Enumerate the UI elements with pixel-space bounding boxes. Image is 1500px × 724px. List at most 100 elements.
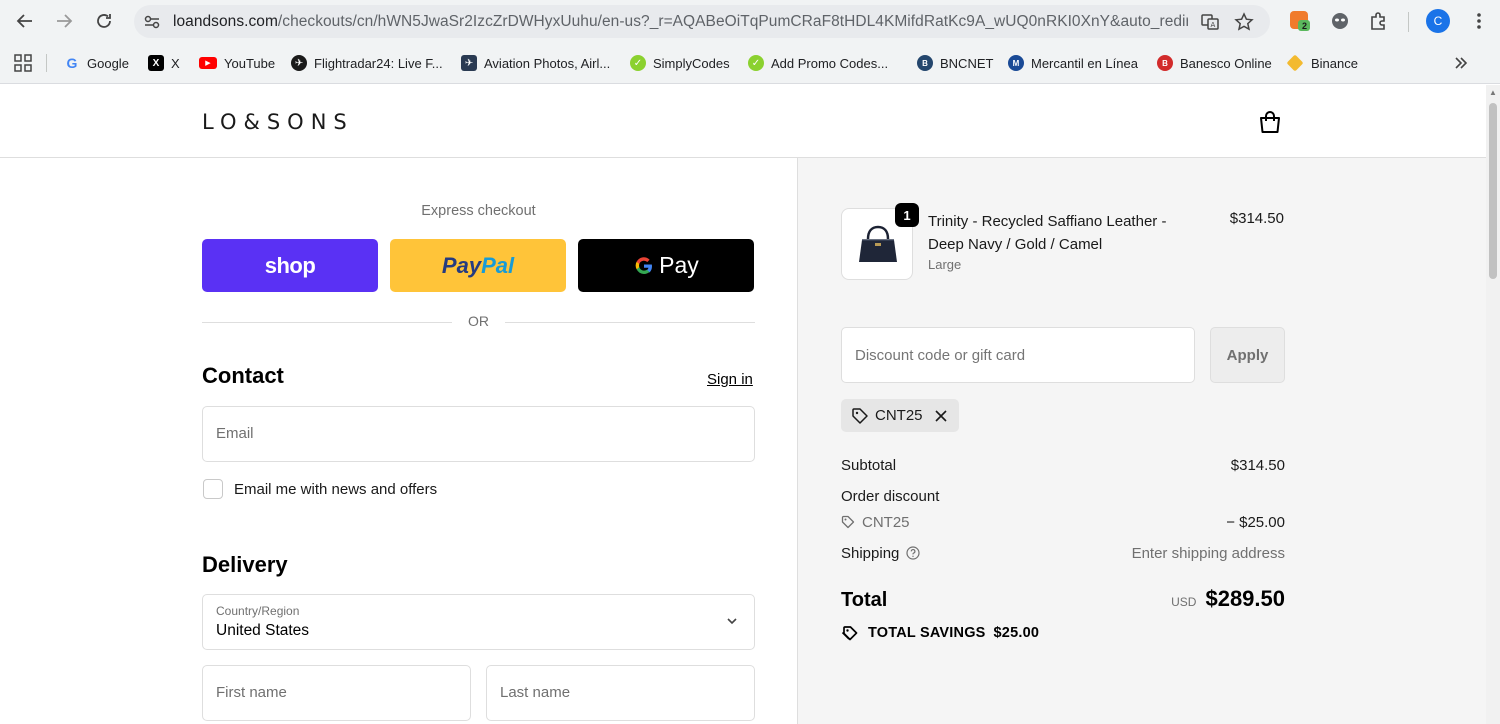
google-icon: G	[66, 55, 78, 71]
apply-discount-button[interactable]: Apply	[1210, 327, 1285, 383]
total-row: Total USD $289.50	[841, 586, 1285, 616]
site-info-icon[interactable]	[142, 12, 162, 32]
browser-toolbar: loandsons.com/checkouts/cn/hWN5JwaSr2Izc…	[0, 0, 1500, 42]
bookmark-x[interactable]: XX	[148, 53, 180, 73]
bookmark-label: Aviation Photos, Airl...	[484, 55, 611, 71]
order-discount-row: Order discount	[841, 488, 1285, 508]
remove-discount-close-icon[interactable]	[934, 409, 948, 423]
bookmark-google[interactable]: G Google	[64, 53, 129, 73]
bookmark-bncnet[interactable]: B BNCNET	[917, 53, 993, 73]
discount-value: − $25.00	[1226, 514, 1285, 531]
menu-kebab-icon[interactable]	[1468, 10, 1490, 32]
google-pay-button[interactable]: Pay	[578, 239, 754, 292]
total-value: $289.50	[1205, 586, 1285, 611]
order-summary-column: 1 Trinity - Recycled Saffiano Leather - …	[797, 158, 1486, 724]
total-label: Total	[841, 589, 888, 611]
extension-badge: 2	[1302, 21, 1308, 31]
tag-icon	[852, 407, 868, 424]
subtotal-value: $314.50	[1230, 457, 1285, 474]
bookmark-mercantil[interactable]: M Mercantil en Línea	[1008, 53, 1138, 73]
quantity-badge: 1	[895, 203, 919, 227]
last-name-field[interactable]: Last name	[486, 665, 755, 721]
bookmark-simplycodes[interactable]: ✓ SimplyCodes	[630, 53, 730, 73]
forward-icon[interactable]	[52, 9, 76, 33]
toolbar-divider	[1408, 12, 1409, 32]
bookmark-youtube[interactable]: ▶ YouTube	[199, 53, 275, 73]
tag-icon	[841, 515, 855, 529]
apps-grid-icon[interactable]	[14, 53, 32, 73]
news-offers-label: Email me with news and offers	[234, 480, 438, 498]
subtotal-label: Subtotal	[841, 457, 897, 474]
url-text[interactable]: loandsons.com/checkouts/cn/hWN5JwaSr2Izc…	[173, 13, 1188, 31]
applied-code-label: CNT25	[875, 407, 923, 424]
bookmark-label: BNCNET	[940, 55, 994, 71]
bookmark-aviation-photos[interactable]: ✈ Aviation Photos, Airl...	[461, 53, 610, 73]
subtotal-row: Subtotal $314.50	[841, 457, 1285, 477]
brand-logo[interactable]: LO&SONS	[202, 110, 354, 134]
shipping-value: Enter shipping address	[1131, 545, 1285, 562]
extensions-puzzle-icon[interactable]	[1368, 10, 1390, 32]
google-pay-label: Pay	[659, 252, 699, 278]
discount-code-field[interactable]	[841, 327, 1195, 383]
back-icon[interactable]	[13, 9, 37, 33]
news-offers-option[interactable]: Email me with news and offers	[203, 479, 437, 499]
currency-label: USD	[1171, 595, 1197, 609]
savings-tag-icon	[841, 626, 858, 641]
bookmark-add-promo-codes[interactable]: ✓ Add Promo Codes...	[748, 53, 888, 73]
reload-icon[interactable]	[92, 9, 116, 33]
help-circle-icon[interactable]	[906, 546, 920, 560]
news-offers-checkbox[interactable]	[203, 479, 223, 499]
profile-avatar[interactable]: C	[1426, 9, 1450, 33]
address-bar[interactable]: loandsons.com/checkouts/cn/hWN5JwaSr2Izc…	[134, 5, 1270, 38]
bookmark-label: SimplyCodes	[653, 55, 730, 71]
paypal-label-part1: Pay	[441, 252, 482, 278]
shop-pay-button[interactable]: shop	[202, 239, 378, 292]
extension-coupon-icon[interactable]: 2	[1289, 10, 1311, 32]
extension-mask-icon[interactable]	[1329, 10, 1351, 32]
x-icon: X	[148, 55, 164, 71]
sign-in-link[interactable]: Sign in	[707, 371, 753, 388]
bookmark-label: X	[171, 55, 180, 71]
discount-code-label: CNT25	[862, 514, 910, 531]
bookmark-banesco[interactable]: B Banesco Online	[1157, 53, 1272, 73]
profile-initial: C	[1433, 14, 1443, 28]
delivery-heading: Delivery	[202, 552, 288, 577]
discount-code-input[interactable]	[842, 328, 1194, 382]
mercantil-icon: M	[1008, 55, 1024, 71]
google-g-icon	[635, 256, 653, 274]
checkout-form-column: Express checkout shop Pay Pal Pay OR Cont…	[0, 158, 797, 724]
bookmark-star-icon[interactable]	[1234, 12, 1254, 32]
checkout-page: LO&SONS Express checkout shop Pay Pal Pay…	[0, 85, 1486, 724]
discount-code-line: CNT25	[841, 514, 910, 531]
translate-icon[interactable]: A	[1200, 12, 1220, 32]
scroll-up-icon[interactable]: ▲	[1489, 89, 1497, 97]
first-name-placeholder: First name	[216, 684, 287, 701]
simplycodes-icon: ✓	[630, 55, 646, 71]
bookmarks-overflow-icon[interactable]	[1453, 53, 1469, 73]
bookmarks-bar: G Google XX ▶ YouTube ✈ Flightradar24: Live…	[0, 42, 1500, 84]
aviation-photos-icon: ✈	[461, 55, 477, 71]
bookmark-binance[interactable]: Binance	[1286, 53, 1358, 73]
email-placeholder: Email	[216, 425, 254, 442]
country-select[interactable]: Country/Region United States	[202, 594, 755, 650]
svg-text:A: A	[1211, 21, 1216, 29]
paypal-button[interactable]: Pay Pal	[390, 239, 566, 292]
bookmark-label: Add Promo Codes...	[771, 55, 889, 71]
bookmark-flightradar[interactable]: ✈ Flightradar24: Live F...	[291, 53, 443, 73]
first-name-field[interactable]: First name	[202, 665, 471, 721]
bookmark-label: YouTube	[224, 55, 276, 71]
savings-value: $25.00	[993, 625, 1040, 641]
page-scrollbar[interactable]: ▲	[1486, 85, 1500, 724]
bookmark-label: Google	[87, 55, 129, 71]
shop-pay-label: shop	[264, 252, 316, 278]
shopping-bag-icon[interactable]	[1257, 109, 1283, 135]
scrollbar-thumb[interactable]	[1489, 103, 1497, 279]
bookmark-label: Flightradar24: Live F...	[314, 55, 443, 71]
applied-discount-chip: CNT25	[841, 399, 959, 432]
binance-icon	[1286, 54, 1304, 72]
country-value: United States	[216, 622, 310, 639]
email-field[interactable]: Email	[202, 406, 755, 462]
product-name: Trinity - Recycled Saffiano Leather - De…	[928, 213, 1167, 253]
country-label: Country/Region	[216, 604, 300, 618]
bookmark-label: Binance	[1311, 55, 1358, 71]
